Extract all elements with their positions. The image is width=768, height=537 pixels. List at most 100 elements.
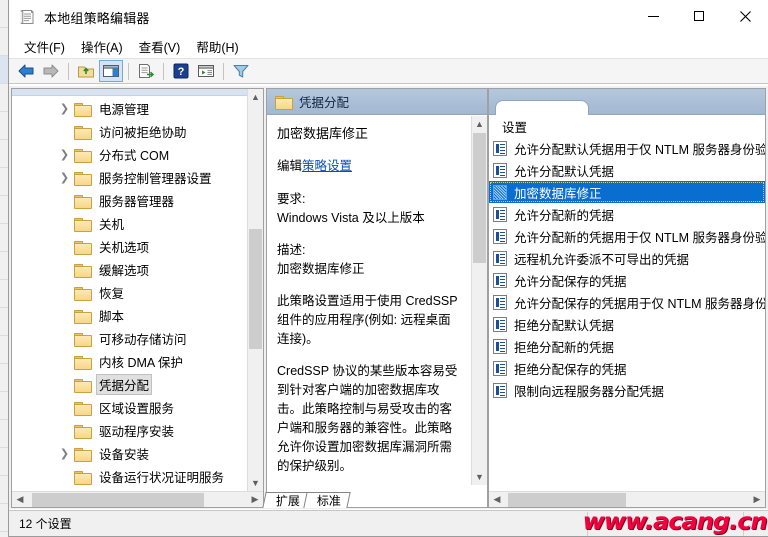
tree-item-label: 设备安装 (99, 448, 150, 462)
scroll-thumb[interactable] (473, 133, 486, 263)
tree-item-shutdown-options[interactable]: 关机选项 (12, 235, 246, 258)
list-item[interactable]: 拒绝分配保存的凭据 (489, 357, 765, 379)
policy-title: 加密数据库修正 (277, 126, 369, 141)
toolbar-separator (128, 62, 129, 80)
tree-item-driver-installation[interactable]: 驱动程序安装 (12, 419, 246, 442)
maximize-button[interactable] (676, 0, 722, 32)
toolbar-separator (68, 62, 69, 80)
list-item[interactable]: 拒绝分配新的凭据 (489, 335, 765, 357)
export-list-icon[interactable] (134, 60, 158, 82)
scroll-down-icon[interactable]: ▼ (472, 469, 487, 485)
scroll-thumb[interactable] (508, 492, 626, 507)
list-item[interactable]: 允许分配保存的凭据用于仅 NTLM 服务器身份验 (489, 291, 765, 313)
requirement-block: 要求: Windows Vista 及以上版本 (277, 190, 463, 228)
scroll-left-icon[interactable]: ◀ (12, 492, 28, 508)
menu-action[interactable]: 操作(A) (73, 35, 131, 58)
tree-item-credentials-delegation[interactable]: 凭据分配 (12, 373, 246, 396)
tree-item-power-management[interactable]: ❯ 电源管理 (12, 97, 246, 120)
tree-item-shutdown[interactable]: 关机 (12, 212, 246, 235)
menu-file[interactable]: 文件(F) (16, 35, 73, 58)
scroll-up-icon[interactable]: ▲ (248, 89, 263, 105)
policy-setting-icon (493, 272, 507, 288)
list-item[interactable]: 允许分配新的凭据用于仅 NTLM 服务器身份验证 (489, 225, 765, 247)
chevron-right-icon[interactable]: ❯ (58, 171, 71, 184)
properties-icon[interactable] (194, 60, 218, 82)
policy-setting-link[interactable]: 策略设置 (302, 159, 352, 173)
tab-standard[interactable]: 标准 (303, 492, 351, 508)
chevron-right-icon[interactable]: ❯ (58, 447, 71, 460)
list-item[interactable]: 允许分配新的凭据 (489, 203, 765, 225)
close-button[interactable] (722, 0, 768, 32)
window-title: 本地组策略编辑器 (44, 10, 150, 26)
tree-item-label: 恢复 (99, 287, 125, 301)
menu-view[interactable]: 查看(V) (131, 35, 189, 58)
list-item[interactable]: 允许分配默认凭据用于仅 NTLM 服务器身份验证 (489, 137, 765, 159)
tree-item-device-installation[interactable]: ❯ 设备安装 (12, 442, 246, 465)
scroll-down-icon[interactable]: ▼ (248, 475, 263, 491)
list-horizontal-scrollbar[interactable]: ◀ ▶ (489, 491, 765, 507)
minimize-button[interactable] (630, 0, 676, 32)
scroll-track[interactable] (505, 492, 749, 508)
tree-vertical-scrollbar[interactable]: ▲ ▼ (247, 89, 263, 491)
tree-item-scripts[interactable]: 脚本 (12, 304, 246, 327)
list-item[interactable]: 允许分配默认凭据 (489, 159, 765, 181)
filter-icon[interactable] (229, 60, 253, 82)
tree-item-label: 内核 DMA 保护 (99, 356, 184, 370)
back-arrow-icon[interactable] (14, 60, 38, 82)
toolbar-separator (223, 62, 224, 80)
tree-item-label: 区域设置服务 (99, 402, 175, 416)
scroll-right-icon[interactable]: ▶ (749, 492, 765, 508)
menu-help[interactable]: 帮助(H) (188, 35, 246, 58)
up-folder-icon[interactable] (74, 60, 98, 82)
tree-item-recovery[interactable]: 恢复 (12, 281, 246, 304)
scroll-up-icon[interactable]: ▲ (472, 116, 487, 132)
tree-item-locale-services[interactable]: 区域设置服务 (12, 396, 246, 419)
folder-icon (74, 401, 92, 416)
tree-item-kernel-dma-protection[interactable]: 内核 DMA 保护 (12, 350, 246, 373)
list-item-selected[interactable]: 加密数据库修正 (489, 181, 765, 203)
folder-icon (74, 286, 92, 301)
tree-item-removable-storage-access[interactable]: 可移动存储访问 (12, 327, 246, 350)
folder-icon (74, 332, 92, 347)
scroll-left-icon[interactable]: ◀ (489, 492, 505, 508)
list-item[interactable]: 限制向远程服务器分配凭据 (489, 379, 765, 401)
scroll-track[interactable] (28, 492, 247, 508)
tree-item-audit-process-creation[interactable]: 审核过程创建 (12, 488, 246, 490)
help-icon[interactable]: ? (169, 60, 193, 82)
scroll-thumb[interactable] (32, 492, 204, 507)
scroll-right-icon[interactable]: ▶ (247, 492, 263, 508)
tree-item-scm-settings[interactable]: ❯ 服务控制管理器设置 (12, 166, 246, 189)
tree-item-distributed-com[interactable]: ❯ 分布式 COM (12, 143, 246, 166)
chevron-right-icon[interactable]: ❯ (58, 148, 71, 161)
list-pane-tab[interactable] (495, 100, 589, 115)
chevron-right-icon[interactable]: ❯ (58, 102, 71, 115)
policy-editor-icon (18, 8, 36, 26)
scroll-thumb[interactable] (249, 229, 262, 349)
tree-item-server-manager[interactable]: 服务器管理器 (12, 189, 246, 212)
folder-icon (74, 240, 92, 255)
detail-vertical-scrollbar[interactable]: ▲ ▼ (471, 116, 487, 485)
list-item[interactable]: 拒绝分配默认凭据 (489, 313, 765, 335)
list-item-label: 拒绝分配保存的凭据 (514, 362, 627, 377)
list-column-header[interactable]: 设置 (489, 115, 765, 137)
policy-setting-icon (493, 206, 507, 222)
tree-item-device-health-attestation[interactable]: 设备运行状况证明服务 (12, 465, 246, 488)
policy-setting-icon (493, 338, 507, 354)
list-item[interactable]: 允许分配保存的凭据 (489, 269, 765, 291)
title-bar: 本地组策略编辑器 (9, 0, 768, 34)
tree-item-label: 电源管理 (99, 103, 150, 117)
tree-horizontal-scrollbar[interactable]: ◀ ▶ (12, 491, 263, 507)
tree-item-access-denied-assistance[interactable]: 访问被拒绝协助 (12, 120, 246, 143)
tree-item-label: 关机 (99, 218, 125, 232)
show-hide-tree-icon[interactable] (99, 60, 123, 82)
watermark-text: www.acang.cn (582, 509, 767, 535)
tree-item-mitigation-options[interactable]: 缓解选项 (12, 258, 246, 281)
tree-item-label: 审核过程创建 (96, 489, 177, 490)
requirement-value: Windows Vista 及以上版本 (277, 211, 425, 225)
forward-arrow-icon[interactable] (39, 60, 63, 82)
detail-header-label: 凭据分配 (299, 96, 350, 110)
tab-extended[interactable]: 扩展 (262, 492, 310, 508)
folder-icon (74, 355, 92, 370)
list-item[interactable]: 远程机允许委派不可导出的凭据 (489, 247, 765, 269)
list-item-label: 限制向远程服务器分配凭据 (514, 384, 665, 399)
